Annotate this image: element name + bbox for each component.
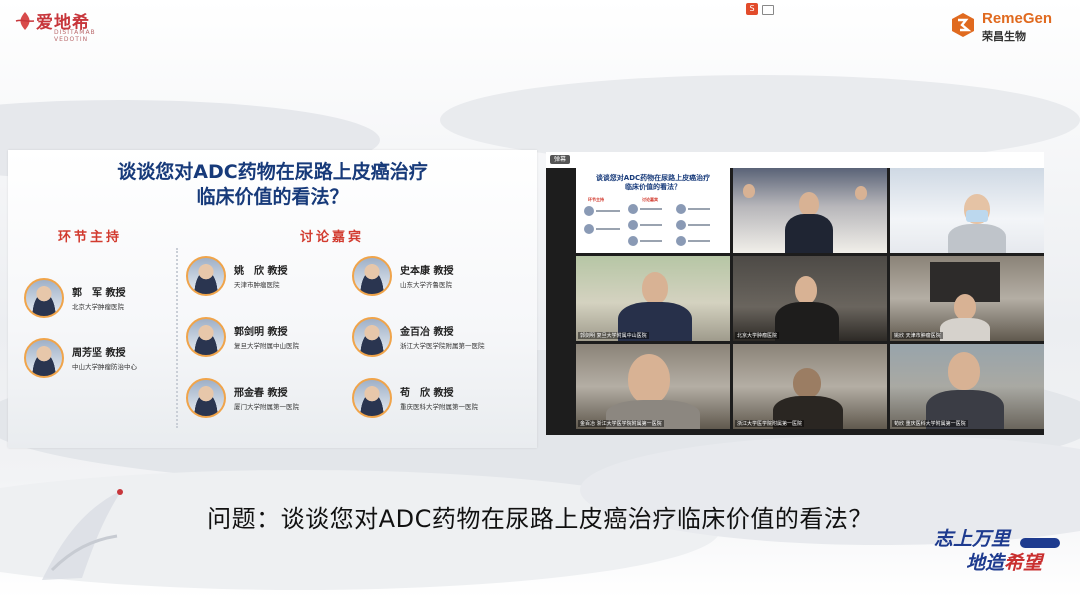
participant-label: 苟欣 重庆医科大学附属第一医院 [892,420,968,427]
person-name: 周芳坚 [72,348,102,359]
subtitle-caption: 问题：谈谈您对ADC药物在尿路上皮癌治疗临床价值的看法？ [207,505,873,533]
avatar [186,378,226,418]
participant-label: 郭剑明 复旦大学附属中山医院 [578,332,649,339]
mini-avatar [584,224,594,234]
avatar [186,317,226,357]
slogan-line2a: 地造 [966,552,1005,574]
app-icon[interactable]: S [746,3,758,15]
video-tile-participant[interactable]: 苟欣 重庆医科大学附属第一医院 [890,344,1044,429]
mini-avatar [676,220,686,230]
person-name: 郭 军 [72,288,102,299]
person-title: 教授 [433,388,454,399]
mini-avatar [628,236,638,246]
aidixi-sub: DISITAMAB VEDOTIN [54,29,96,43]
aidixi-logo: 爱地希 DISITAMAB VEDOTIN [14,6,124,43]
crane-decoration [22,470,142,590]
slide-title-line1: 谈谈您对ADC药物在尿路上皮癌治疗 [117,161,428,183]
participant-label: 浙江大学医学院附属第一医院 [735,420,805,427]
video-tile-participant[interactable]: 浙江大学医学院附属第一医院 [733,344,887,429]
avatar [352,378,392,418]
face-mask [966,210,988,222]
person-title: 教授 [105,288,126,299]
participant-label: 北京大学肿瘤医院 [735,332,780,339]
video-toolbar: 弹幕 [546,152,1044,168]
aidixi-flower-icon [15,12,35,30]
person-title: 教授 [433,327,454,338]
slogan-logo: 志上万里 地造希望 [922,522,1072,592]
mini-avatar [676,236,686,246]
person-title: 教授 [267,388,288,399]
person-affiliation: 重庆医科大学附属第一医院 [400,403,478,411]
person-title: 教授 [105,348,126,359]
video-tile-participant[interactable]: 郭剑明 复旦大学附属中山医院 [576,256,730,341]
video-tile-conference-room[interactable] [733,168,887,253]
avatar [352,256,392,296]
guest-card: 史本康 教授 山东大学齐鲁医院 [352,256,537,300]
person-affiliation: 山东大学齐鲁医院 [400,281,452,289]
video-tile-participant[interactable]: 金百冶 浙江大学医学院附属第一医院 [576,344,730,429]
guest-card: 金百冶 教授 浙江大学医学院附属第一医院 [352,317,537,361]
shared-slide-title-line2: 临床价值的看法？ [625,183,681,191]
person-affiliation: 复旦大学附属中山医院 [234,342,299,350]
person-affiliation: 中山大学肿瘤防治中心 [72,363,137,371]
person-name: 苟 欣 [400,388,430,399]
video-tile-participant[interactable]: 姚欣 天津市肿瘤医院 [890,256,1044,341]
barrage-button[interactable]: 弹幕 [550,155,570,164]
window-icon[interactable] [762,5,774,15]
mini-avatar [584,206,594,216]
mini-avatar [628,204,638,214]
person-name: 金百冶 [400,327,430,338]
top-mini-toolbar: S [746,3,776,15]
avatar [352,317,392,357]
video-tile-participant[interactable]: 北京大学肿瘤医院 [733,256,887,341]
slogan-line1: 志上万里 [934,528,1011,550]
avatar [186,256,226,296]
presentation-slide: 谈谈您对ADC药物在尿路上皮癌治疗 临床价值的看法？ 环节主持 讨论嘉宾 郭 军… [8,150,537,448]
participant-label: 金百冶 浙江大学医学院附属第一医院 [578,420,664,427]
person-name: 史本康 [400,266,430,277]
person-affiliation: 浙江大学医学院附属第一医院 [400,342,485,350]
avatar [24,278,64,318]
video-conference-panel: 弹幕 谈谈您对ADC药物在尿路上皮癌治疗 临床价值的看法？ 环节主持 讨论嘉宾 [546,152,1044,435]
slogan-badge [1020,538,1060,548]
person-affiliation: 北京大学肿瘤医院 [72,303,124,311]
participant-label: 姚欣 天津市肿瘤医院 [892,332,943,339]
shared-guests-heading: 讨论嘉宾 [642,197,658,202]
person-name: 邢金春 [234,388,264,399]
video-tile-shared-slide[interactable]: 谈谈您对ADC药物在尿路上皮癌治疗 临床价值的看法？ 环节主持 讨论嘉宾 [576,168,730,253]
remegen-logo: RemeGen 荣昌生物 [950,10,1062,44]
guest-card: 苟 欣 教授 重庆医科大学附属第一医院 [352,378,537,422]
person-affiliation: 天津市肿瘤医院 [234,281,280,289]
crane-icon [42,489,123,580]
shared-slide-title-line1: 谈谈您对ADC药物在尿路上皮癌治疗 [595,174,711,182]
slogan-line2b: 希望 [1004,552,1043,574]
remegen-cn: 荣昌生物 [982,30,1026,43]
person-title: 教授 [267,266,288,277]
avatar [24,338,64,378]
hosts-heading: 环节主持 [58,230,123,245]
person-affiliation: 厦门大学附属第一医院 [234,403,299,411]
remegen-hexagon-icon [952,13,974,37]
shared-hosts-heading: 环节主持 [588,197,604,202]
mini-avatar [676,204,686,214]
video-tile-participant[interactable] [890,168,1044,253]
person-name: 姚 欣 [234,266,264,277]
slide-title-line2: 临床价值的看法？ [196,186,349,208]
slide-title: 谈谈您对ADC药物在尿路上皮癌治疗 临床价值的看法？ [8,160,537,210]
guests-heading: 讨论嘉宾 [300,230,365,245]
person-title: 教授 [433,266,454,277]
remegen-brand: RemeGen [982,10,1053,27]
person-title: 教授 [267,327,288,338]
person-name: 郭剑明 [234,327,264,338]
mini-avatar [628,220,638,230]
